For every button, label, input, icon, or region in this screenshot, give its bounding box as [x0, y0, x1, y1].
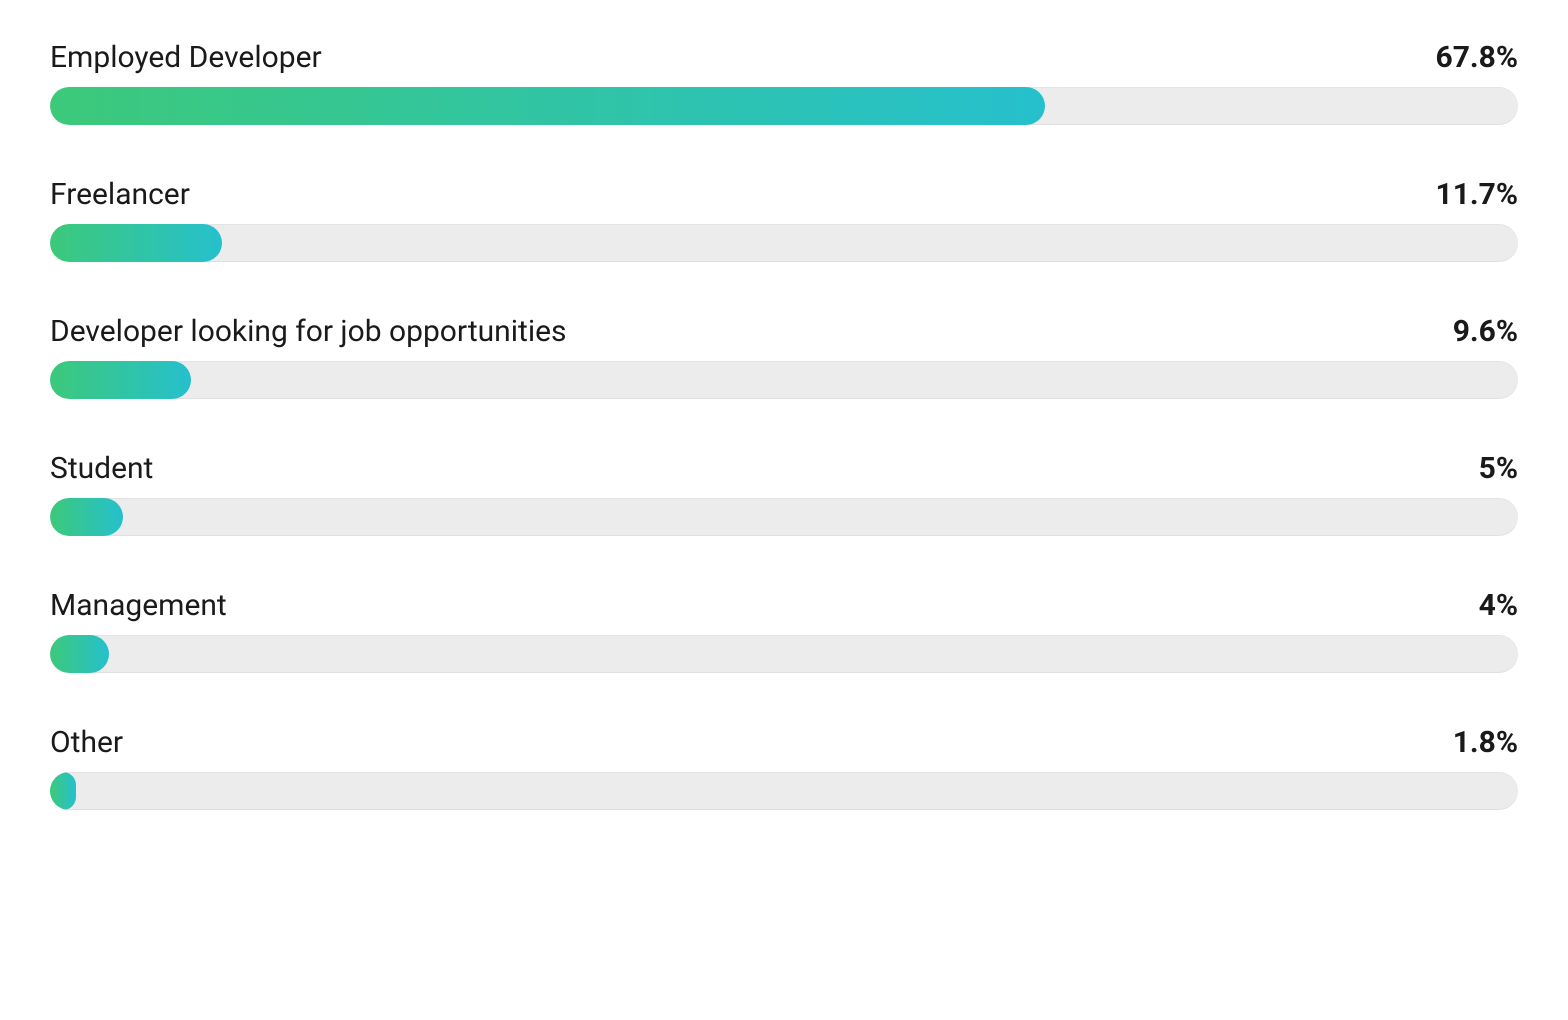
bar-header: Developer looking for job opportunities …: [50, 314, 1518, 349]
bar-value: 67.8%: [1435, 40, 1518, 75]
bar-row: Other 1.8%: [50, 725, 1518, 810]
bar-header: Freelancer 11.7%: [50, 177, 1518, 212]
bar-fill: [50, 87, 1045, 125]
bar-value: 5%: [1479, 451, 1518, 486]
bar-label: Developer looking for job opportunities: [50, 314, 567, 349]
bar-label: Employed Developer: [50, 40, 322, 75]
bar-track: [50, 361, 1518, 399]
bar-header: Student 5%: [50, 451, 1518, 486]
bar-label: Other: [50, 725, 123, 760]
bar-label: Student: [50, 451, 153, 486]
bar-row: Student 5%: [50, 451, 1518, 536]
bar-header: Management 4%: [50, 588, 1518, 623]
bar-fill: [50, 772, 76, 810]
bar-fill: [50, 361, 191, 399]
bar-fill: [50, 224, 222, 262]
bar-track: [50, 498, 1518, 536]
bar-track: [50, 87, 1518, 125]
bar-header: Employed Developer 67.8%: [50, 40, 1518, 75]
bar-value: 11.7%: [1435, 177, 1518, 212]
bar-row: Freelancer 11.7%: [50, 177, 1518, 262]
bar-label: Freelancer: [50, 177, 190, 212]
bar-value: 1.8%: [1453, 725, 1518, 760]
bar-chart: Employed Developer 67.8% Freelancer 11.7…: [50, 40, 1518, 810]
bar-row: Management 4%: [50, 588, 1518, 673]
bar-row: Employed Developer 67.8%: [50, 40, 1518, 125]
bar-header: Other 1.8%: [50, 725, 1518, 760]
bar-fill: [50, 635, 109, 673]
bar-value: 4%: [1479, 588, 1518, 623]
bar-value: 9.6%: [1453, 314, 1518, 349]
bar-track: [50, 635, 1518, 673]
bar-track: [50, 772, 1518, 810]
bar-label: Management: [50, 588, 227, 623]
bar-track: [50, 224, 1518, 262]
bar-row: Developer looking for job opportunities …: [50, 314, 1518, 399]
bar-fill: [50, 498, 123, 536]
